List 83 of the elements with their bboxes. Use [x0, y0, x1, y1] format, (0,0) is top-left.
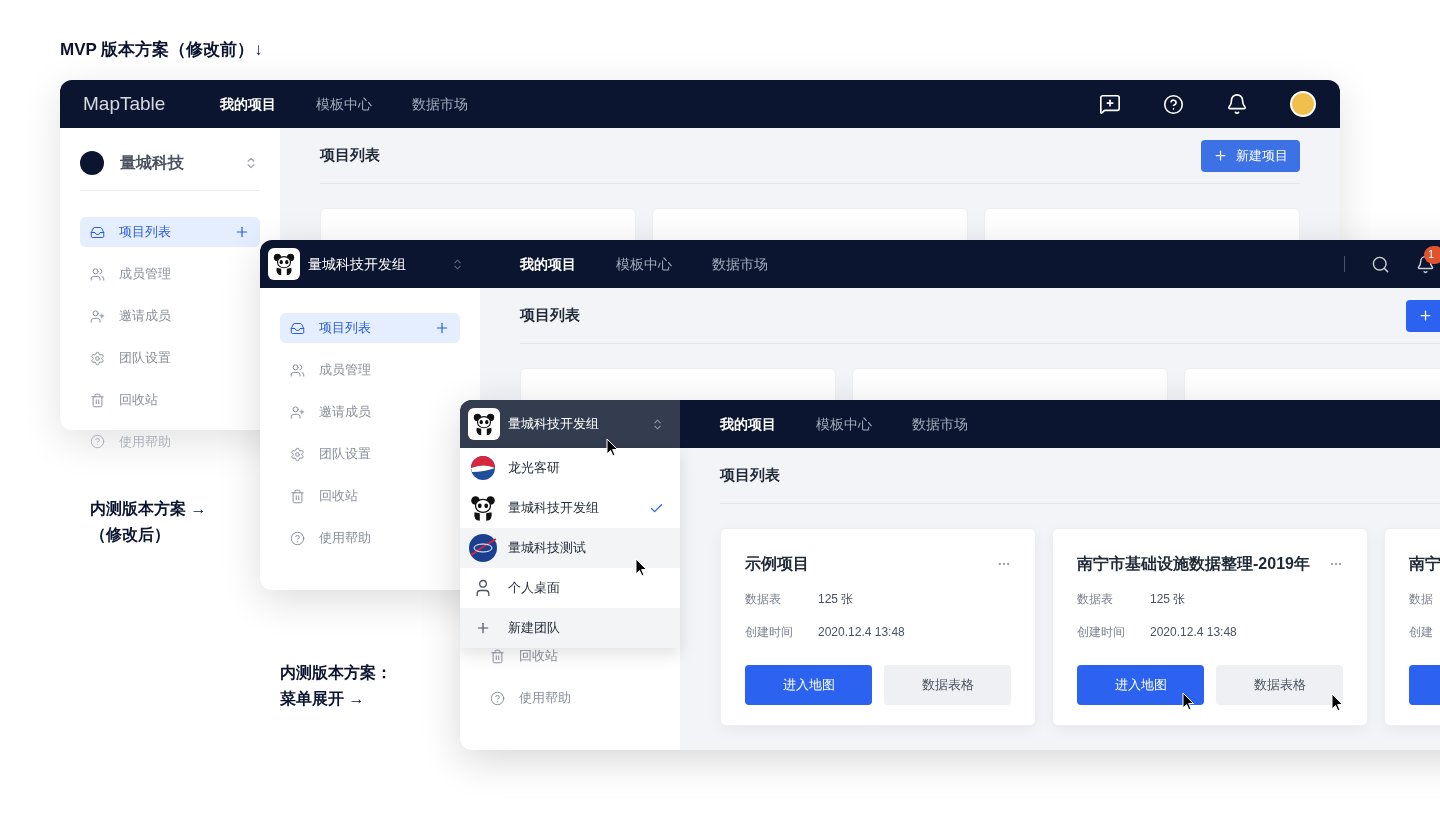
data-table-button[interactable]: 数据表格 — [1216, 665, 1343, 705]
field-value: 2020.12.4 13:48 — [1150, 624, 1237, 641]
field-label: 数据表 — [745, 591, 782, 608]
field-label: 数据 — [1409, 591, 1434, 608]
field-label: 创建时间 — [745, 624, 794, 641]
switch-icon[interactable] — [651, 417, 664, 431]
nav-tab[interactable]: 我的项目 — [720, 414, 776, 434]
caption: （修改后） — [90, 525, 171, 545]
page-title: 项目列表 — [520, 305, 580, 326]
plus-icon — [1418, 308, 1433, 323]
avatar[interactable] — [1290, 91, 1316, 117]
new-project-button[interactable]: 新建项目 — [1201, 139, 1300, 172]
add-icon[interactable] — [434, 320, 450, 336]
add-comment-icon[interactable] — [1099, 93, 1121, 115]
panda-logo-icon — [268, 248, 300, 280]
open-map-button[interactable]: 进入地图 — [745, 665, 872, 705]
app-logo: MapTable — [83, 91, 167, 116]
settings-icon — [90, 350, 105, 366]
cursor-icon — [635, 558, 648, 577]
nav-tab[interactable]: 模板中心 — [316, 94, 372, 114]
help-icon[interactable] — [1163, 93, 1184, 115]
settings-icon — [290, 446, 305, 462]
nav-tab[interactable]: 我的项目 — [520, 254, 576, 274]
switch-icon[interactable] — [451, 257, 464, 271]
team-name[interactable]: 量城科技 — [120, 151, 228, 175]
field-label: 创建 — [1409, 624, 1434, 641]
add-icon[interactable] — [234, 224, 250, 240]
nav-tab[interactable]: 数据市场 — [912, 414, 968, 434]
cursor-icon — [1182, 692, 1195, 711]
team-menu-item[interactable]: 龙光客研 — [460, 448, 680, 488]
team-menu-item[interactable]: 新建团队 — [460, 608, 680, 648]
nav-tab[interactable]: 模板中心 — [616, 254, 672, 274]
open-map-button[interactable]: 进入地图 — [1077, 665, 1204, 705]
project-title: 示例项目 — [745, 554, 809, 574]
project-title: 南宁 — [1409, 554, 1440, 574]
help-icon — [490, 690, 505, 706]
team-name[interactable]: 量城科技开发组 — [308, 253, 443, 275]
trash-icon — [290, 488, 305, 504]
help-icon — [290, 530, 305, 546]
sidebar-item: 使用帮助 — [119, 433, 171, 451]
add-user-icon — [90, 308, 105, 324]
sidebar-item[interactable]: 项目列表 — [280, 313, 460, 343]
cursor-icon — [606, 438, 619, 457]
emblem-logo-icon — [468, 533, 498, 563]
nav-tab[interactable]: 我的项目 — [220, 94, 276, 114]
users-icon — [90, 266, 105, 282]
team-menu-item[interactable]: 量城科技开发组 — [460, 488, 680, 528]
notification-icon[interactable] — [1226, 93, 1248, 115]
page-title: 项目列表 — [720, 465, 780, 486]
search-icon[interactable] — [1371, 254, 1390, 274]
team-menu-item[interactable]: 量城科技测试 — [460, 528, 680, 568]
team-logo-icon — [80, 151, 104, 175]
nav-tab[interactable]: 数据市场 — [412, 94, 468, 114]
field-label: 创建时间 — [1077, 624, 1126, 641]
inbox-icon — [90, 224, 105, 240]
team-menu-item[interactable]: 个人桌面 — [460, 568, 680, 608]
help-icon — [90, 434, 105, 450]
field-value: 2020.12.4 13:48 — [818, 624, 905, 641]
trash-icon — [90, 392, 105, 408]
caption: 内测版本方案 → — [90, 499, 207, 519]
plus-icon — [475, 620, 491, 636]
sidebar-item[interactable]: 项目列表 — [80, 217, 260, 247]
field-value: 125 张 — [1150, 591, 1186, 608]
nav-tab[interactable]: 数据市场 — [712, 254, 768, 274]
plus-icon — [1213, 148, 1228, 163]
caption: 内测版本方案： — [280, 663, 392, 683]
panda-logo-icon — [468, 493, 498, 523]
inbox-icon — [290, 320, 305, 336]
field-label: 数据表 — [1077, 591, 1114, 608]
data-table-button[interactable]: 数据表格 — [884, 665, 1011, 705]
caption: MVP 版本方案（修改前）↓ — [60, 39, 263, 61]
nav-tab[interactable]: 模板中心 — [816, 414, 872, 434]
panda-logo-icon — [468, 408, 500, 440]
trash-icon — [490, 648, 505, 664]
caption: 菜单展开 → — [280, 689, 366, 709]
page-title: 项目列表 — [320, 145, 380, 166]
round-logo-icon — [470, 455, 496, 481]
add-user-icon — [290, 404, 305, 420]
cursor-icon — [1331, 693, 1344, 712]
field-value: 125 张 — [818, 591, 854, 608]
users-icon — [290, 362, 305, 378]
project-title: 南宁市基础设施数据整理-2019年 — [1077, 554, 1310, 574]
notification-badge: 1 — [1424, 245, 1440, 264]
